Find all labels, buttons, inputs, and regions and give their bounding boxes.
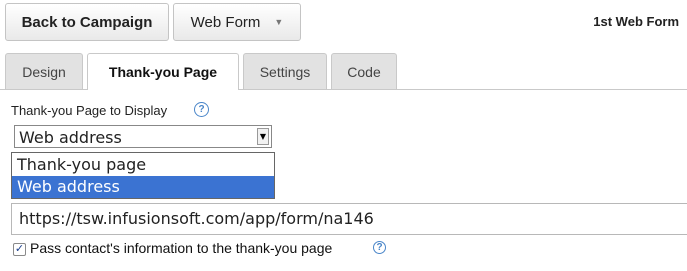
tab-code[interactable]: Code [331,53,397,89]
thankyou-display-label: Thank-you Page to Display [11,103,168,118]
pass-info-checkbox[interactable]: ✓ [13,243,26,256]
dropdown-arrow-icon[interactable]: ▼ [257,128,269,145]
web-form-menu-label: Web Form [190,13,261,31]
option-web-address[interactable]: Web address [12,176,274,198]
help-icon[interactable]: ? [194,102,209,117]
thankyou-type-select[interactable]: Web address ▼ [14,125,272,148]
help-icon[interactable]: ? [373,241,386,254]
thankyou-type-dropdown[interactable]: Thank-you page Web address [11,152,275,199]
tab-thank-you-page[interactable]: Thank-you Page [87,53,239,90]
form-title: 1st Web Form [593,14,679,29]
option-thank-you-page[interactable]: Thank-you page [12,154,274,176]
chevron-down-icon: ▼ [274,17,284,27]
pass-info-label: Pass contact's information to the thank-… [30,240,333,256]
back-to-campaign-button[interactable]: Back to Campaign [5,3,169,41]
tab-settings[interactable]: Settings [243,53,327,89]
tab-design[interactable]: Design [5,53,83,89]
select-value: Web address [19,128,122,147]
web-address-input[interactable]: https://tsw.infusionsoft.com/app/form/na… [11,203,687,235]
web-form-menu-button[interactable]: Web Form ▼ [173,3,301,41]
